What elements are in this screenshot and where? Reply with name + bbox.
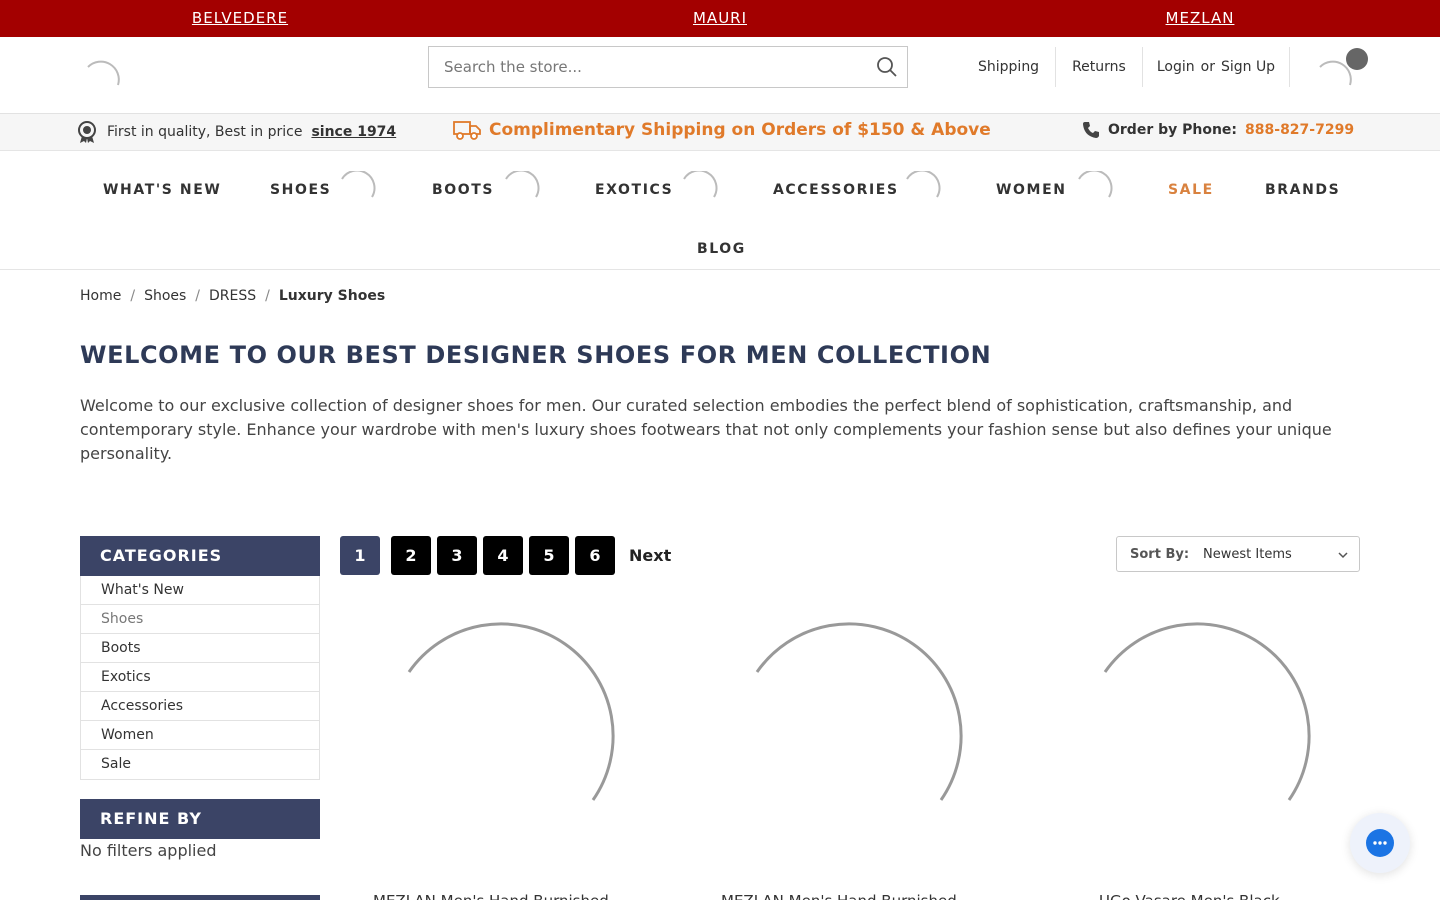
refine-by-heading: REFINE BY xyxy=(80,799,320,839)
or-text: or xyxy=(1200,59,1215,75)
breadcrumb-separator: / xyxy=(195,288,201,304)
product-title[interactable]: MEZLAN Men's Hand Burnished xyxy=(721,892,1041,900)
nav-shoes-loading-icon xyxy=(341,171,376,198)
page-5-button[interactable]: 5 xyxy=(529,536,569,575)
phone-label: Order by Phone: xyxy=(1108,122,1238,138)
category-sale[interactable]: Sale xyxy=(81,750,319,779)
category-women[interactable]: Women xyxy=(81,721,319,750)
nav-boots-loading-icon xyxy=(505,171,540,198)
sort-label: Sort By: xyxy=(1130,546,1190,562)
brand-bar: BELVEDERE MAURI MEZLAN xyxy=(0,0,1440,37)
shipping-promo-text: Complimentary Shipping on Orders of $150… xyxy=(489,120,991,140)
returns-link[interactable]: Returns xyxy=(1056,47,1143,87)
sort-select[interactable]: Sort By: Newest Items xyxy=(1116,536,1360,572)
login-link[interactable]: Login xyxy=(1157,47,1195,87)
page-6-button[interactable]: 6 xyxy=(575,536,615,575)
phone-number-link[interactable]: 888-827-7299 xyxy=(1245,122,1354,138)
sidebar-next-heading xyxy=(80,895,320,900)
category-list: What's New Shoes Boots Exotics Accessori… xyxy=(80,576,320,780)
delivery-truck-icon xyxy=(453,121,481,140)
chat-bubble-icon xyxy=(1366,829,1394,857)
main-navigation: WHAT'S NEW SHOES BOOTS EXOTICS ACCESSORI… xyxy=(0,151,1440,270)
shipping-promo: Complimentary Shipping on Orders of $150… xyxy=(453,119,991,141)
nav-brands[interactable]: BRANDS xyxy=(1265,182,1340,198)
no-filters-text: No filters applied xyxy=(80,841,217,860)
quality-text: First in quality, Best in price xyxy=(107,124,303,140)
brand-link-mezlan[interactable]: MEZLAN xyxy=(960,0,1440,37)
categories-heading: CATEGORIES xyxy=(80,536,320,576)
page-description: Welcome to our exclusive collection of d… xyxy=(80,396,1332,463)
logo-loading-spinner-icon[interactable] xyxy=(84,55,124,95)
sort-value: Newest Items xyxy=(1203,546,1292,562)
cart-count-badge[interactable] xyxy=(1346,48,1368,70)
brand-link-mauri[interactable]: MAURI xyxy=(480,0,960,37)
chat-button[interactable] xyxy=(1350,813,1410,873)
signup-link[interactable]: Sign Up xyxy=(1221,47,1275,87)
award-ribbon-icon xyxy=(78,121,96,143)
breadcrumb-separator: / xyxy=(130,288,136,304)
nav-boots[interactable]: BOOTS xyxy=(432,182,494,198)
breadcrumb-dress[interactable]: DRESS xyxy=(209,288,256,304)
page-title: WELCOME TO OUR BEST DESIGNER SHOES FOR M… xyxy=(80,341,992,369)
nav-shoes[interactable]: SHOES xyxy=(270,182,331,198)
product-image-loading-icon[interactable] xyxy=(1039,610,1359,860)
nav-exotics-loading-icon xyxy=(683,171,718,198)
site-header: Shipping Returns Login or Sign Up xyxy=(0,37,1440,114)
promo-strip: First in quality, Best in price since 19… xyxy=(0,114,1440,151)
product-title[interactable]: UGo Vasare Men's Black xyxy=(1099,892,1419,900)
account-links: Login or Sign Up xyxy=(1143,47,1291,87)
search-icon[interactable] xyxy=(876,56,898,78)
breadcrumb-home[interactable]: Home xyxy=(80,288,121,304)
chevron-down-icon xyxy=(1338,552,1348,559)
brand-link-belvedere[interactable]: BELVEDERE xyxy=(0,0,480,37)
page-4-button[interactable]: 4 xyxy=(483,536,523,575)
search-bar xyxy=(428,46,908,88)
header-links: Shipping Returns Login or Sign Up xyxy=(962,47,1291,87)
breadcrumb: Home / Shoes / DRESS / Luxury Shoes xyxy=(80,288,385,304)
breadcrumb-separator: / xyxy=(265,288,270,304)
nav-exotics[interactable]: EXOTICS xyxy=(595,182,673,198)
category-boots[interactable]: Boots xyxy=(81,634,319,663)
product-image-loading-icon[interactable] xyxy=(691,610,1011,860)
category-whats-new[interactable]: What's New xyxy=(81,576,319,605)
breadcrumb-shoes[interactable]: Shoes xyxy=(144,288,186,304)
category-shoes[interactable]: Shoes xyxy=(81,605,319,634)
since-link[interactable]: since 1974 xyxy=(311,124,396,140)
phone-icon xyxy=(1083,122,1099,138)
page-3-button[interactable]: 3 xyxy=(437,536,477,575)
nav-whats-new[interactable]: WHAT'S NEW xyxy=(103,182,221,198)
category-accessories[interactable]: Accessories xyxy=(81,692,319,721)
product-image-loading-icon[interactable] xyxy=(343,610,663,860)
phone-order: Order by Phone: 888-827-7299 xyxy=(1082,121,1354,139)
nav-women[interactable]: WOMEN xyxy=(996,182,1067,198)
nav-blog[interactable]: BLOG xyxy=(697,241,746,257)
nav-sale[interactable]: SALE xyxy=(1168,182,1214,198)
shipping-link[interactable]: Shipping xyxy=(962,47,1057,87)
nav-accessories[interactable]: ACCESSORIES xyxy=(773,182,899,198)
page-1-button[interactable]: 1 xyxy=(340,536,380,575)
page-2-button[interactable]: 2 xyxy=(391,536,431,575)
nav-accessories-loading-icon xyxy=(906,171,941,198)
nav-women-loading-icon xyxy=(1078,171,1113,198)
category-exotics[interactable]: Exotics xyxy=(81,663,319,692)
search-input[interactable] xyxy=(429,47,859,87)
breadcrumb-current: Luxury Shoes xyxy=(278,288,386,304)
pagination: 1 2 3 4 5 6 Next xyxy=(340,536,671,575)
quality-message: First in quality, Best in price since 19… xyxy=(76,120,396,144)
next-page-link[interactable]: Next xyxy=(629,546,671,565)
product-title[interactable]: MEZLAN Men's Hand Burnished xyxy=(373,892,693,900)
